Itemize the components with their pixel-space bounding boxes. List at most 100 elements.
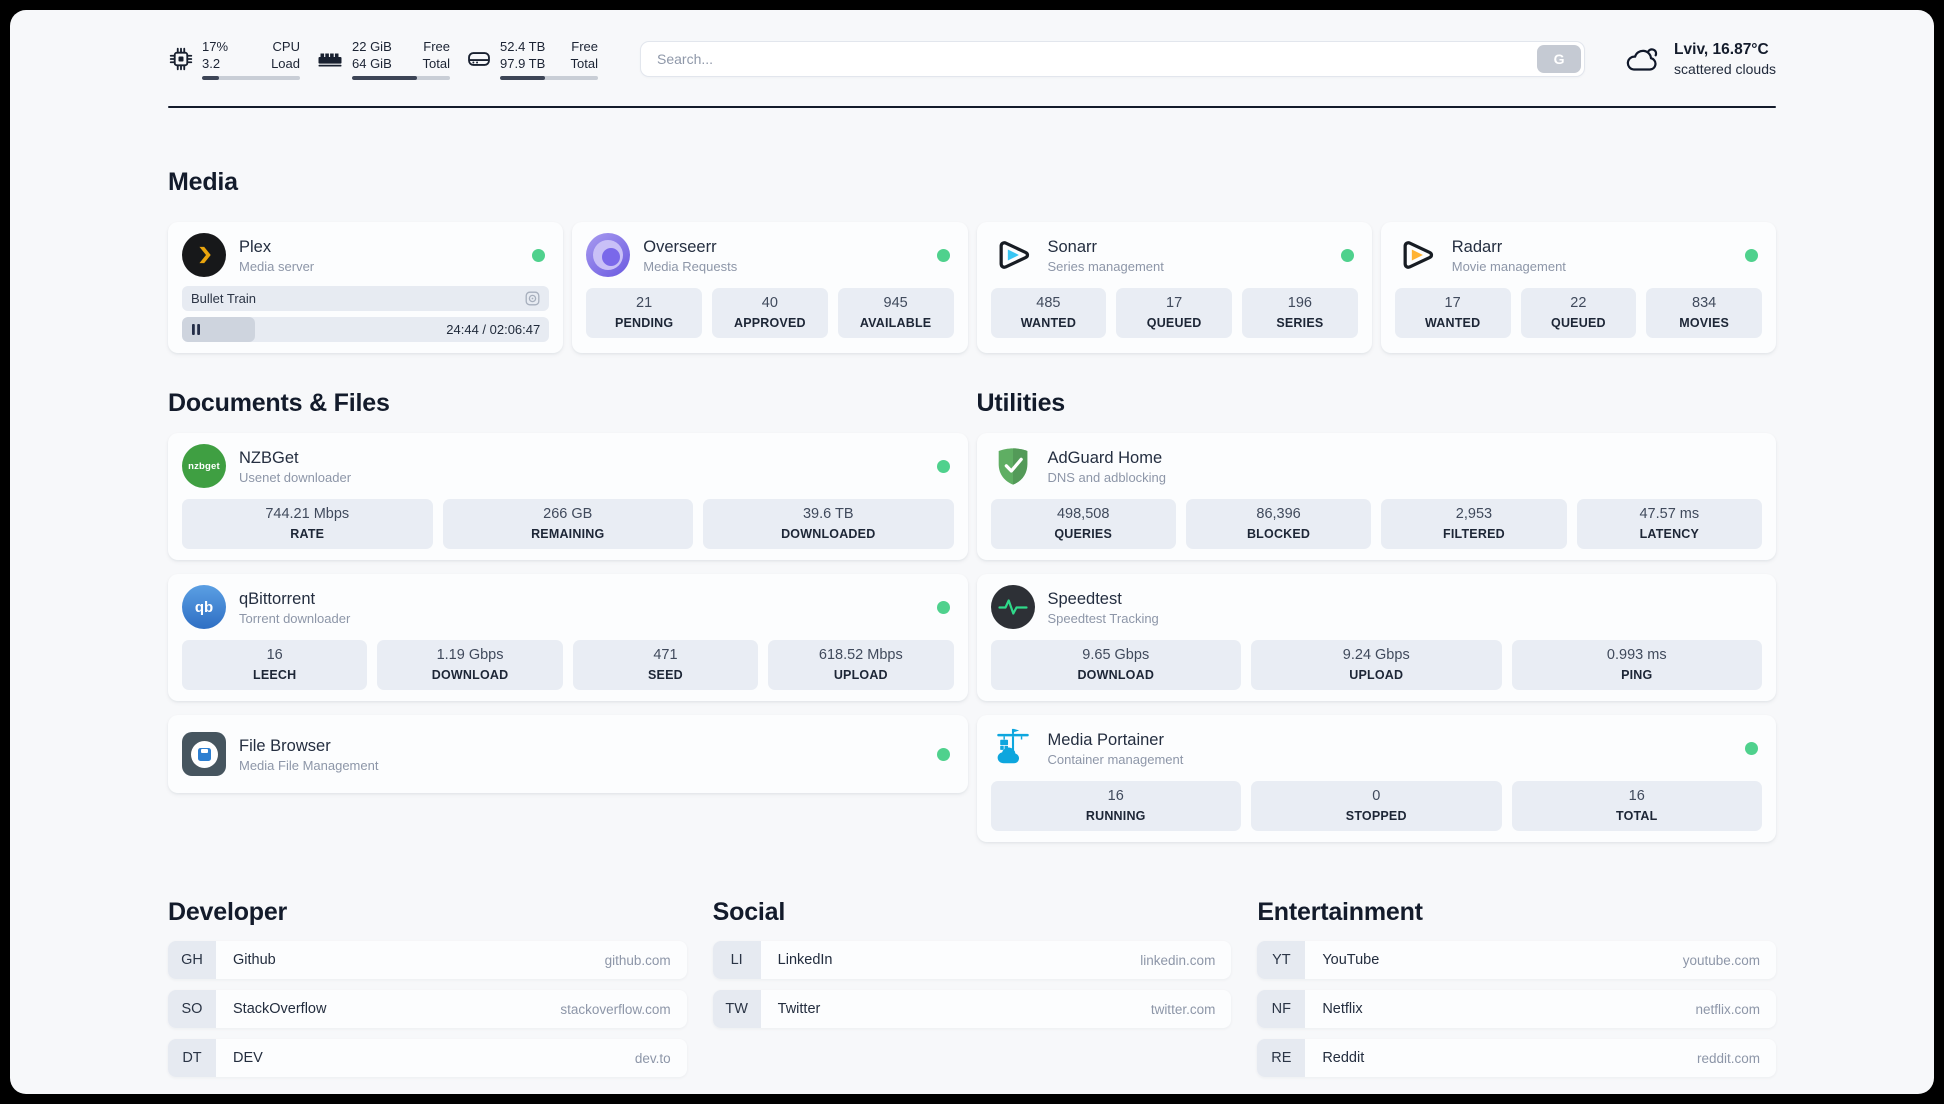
bookmark-stackoverflow[interactable]: SO StackOverflow stackoverflow.com — [168, 990, 687, 1028]
weather-widget: Lviv, 16.87°C scattered clouds — [1623, 41, 1776, 77]
disk-total-label: Total — [570, 56, 598, 71]
bookmark-abbr: GH — [168, 941, 216, 979]
bookmark-github[interactable]: GH Github github.com — [168, 941, 687, 979]
bookmark-name: LinkedIn — [777, 952, 833, 968]
app-name: qBittorrent — [239, 589, 316, 608]
adguard-shield-icon — [991, 444, 1035, 488]
stat-box: 17 WANTED — [1394, 288, 1511, 338]
radarr-card[interactable]: Radarr Movie management 17 WANTED 22 QUE… — [1380, 222, 1776, 353]
stat-label: DOWNLOADED — [781, 527, 876, 541]
utilities-cards: AdGuard Home DNS and adblocking 498,508 … — [976, 433, 1776, 842]
system-widgets: 17% CPU 3.2 Load 22 GiB Free 64 GiB Tota… — [168, 38, 598, 80]
stat-box: 196 SERIES — [1242, 288, 1358, 338]
bookmark-href: netflix.com — [1695, 1001, 1760, 1017]
stat-box: 1.19 Gbps DOWNLOAD — [377, 640, 563, 690]
stat-box: 21 PENDING — [586, 288, 702, 338]
bookmark-twitter[interactable]: TW Twitter twitter.com — [712, 990, 1232, 1028]
speedtest-card[interactable]: Speedtest Speedtest Tracking 9.65 Gbps D… — [976, 574, 1776, 701]
qbittorrent-titles: qBittorrent Torrent downloader — [239, 589, 350, 626]
search-engine-button[interactable]: G — [1537, 45, 1582, 73]
entertainment-list: YT YouTube youtube.com NF Netflix netfli… — [1257, 941, 1776, 1077]
stat-value: 471 — [653, 647, 678, 663]
bookmark-abbr: TW — [712, 990, 761, 1028]
filebrowser-card[interactable]: File Browser Media File Management — [168, 715, 968, 793]
section-documents: Documents & Files nzbget NZBGet Usenet d… — [168, 389, 968, 793]
cpu-load-value: 3.2 — [202, 56, 221, 71]
speedtest-pulse-icon — [990, 585, 1035, 629]
radarr-titles: Radarr Movie management — [1452, 237, 1566, 274]
app-description: Series management — [1047, 258, 1164, 274]
app-name: AdGuard Home — [1047, 448, 1163, 467]
stat-label: APPROVED — [733, 316, 806, 330]
disk-readout: 52.4 TB Free 97.9 TB Total — [500, 38, 598, 80]
qbittorrent-header: qb qBittorrent Torrent downloader — [182, 585, 954, 629]
stat-box: 16 RUNNING — [990, 781, 1241, 831]
overseerr-stats: 21 PENDING 40 APPROVED 945 AVAILABLE — [586, 288, 954, 338]
nzbget-card[interactable]: nzbget NZBGet Usenet downloader 744.21 M… — [168, 433, 968, 560]
filebrowser-header: File Browser Media File Management — [182, 732, 954, 776]
stat-label: FILTERED — [1443, 527, 1505, 541]
overseerr-card[interactable]: Overseerr Media Requests 21 PENDING 40 A… — [572, 222, 968, 353]
stat-value: 22 — [1570, 295, 1587, 311]
stat-box: 834 MOVIES — [1646, 288, 1762, 338]
qbittorrent-icon: qb — [182, 585, 226, 629]
bookmark-name: Twitter — [777, 1001, 821, 1017]
sonarr-titles: Sonarr Series management — [1048, 237, 1164, 274]
stat-label: DOWNLOAD — [431, 668, 509, 682]
stat-value: 945 — [883, 295, 908, 311]
stat-label: AVAILABLE — [859, 316, 932, 330]
bookmark-href: twitter.com — [1150, 1001, 1216, 1017]
pause-icon[interactable] — [191, 324, 201, 335]
media-cards: Plex Media server Bullet Train 24:44 / 0… — [168, 222, 1776, 353]
filebrowser-titles: File Browser Media File Management — [239, 736, 378, 773]
bookmark-reddit[interactable]: RE Reddit reddit.com — [1257, 1039, 1776, 1077]
weather-location: Lviv, 16.87°C — [1674, 41, 1769, 58]
radarr-stats: 17 WANTED 22 QUEUED 834 MOVIES — [1394, 288, 1762, 338]
stat-value: 16 — [1107, 788, 1124, 804]
plex-header: Plex Media server — [182, 233, 549, 277]
app-name: Sonarr — [1047, 237, 1098, 256]
search-input[interactable] — [640, 41, 1586, 77]
bookmark-linkedin[interactable]: LI LinkedIn linkedin.com — [712, 941, 1232, 979]
app-description: Container management — [1047, 751, 1184, 767]
qbittorrent-card[interactable]: qb qBittorrent Torrent downloader 16 LEE… — [168, 574, 968, 701]
portainer-card[interactable]: Media Portainer Container management 16 … — [976, 715, 1776, 842]
plex-now-playing-row: Bullet Train — [182, 286, 550, 311]
sonarr-icon — [991, 233, 1035, 277]
middle-sections: Documents & Files nzbget NZBGet Usenet d… — [168, 389, 1776, 842]
sonarr-status-dot — [1340, 248, 1354, 262]
cpu-progress-fill — [202, 76, 219, 80]
filebrowser-icon-circle — [190, 740, 218, 768]
stat-box: 39.6 TB DOWNLOADED — [703, 499, 954, 549]
bookmark-youtube[interactable]: YT YouTube youtube.com — [1257, 941, 1776, 979]
stat-box: 17 QUEUED — [1116, 288, 1232, 338]
bookmark-abbr: SO — [168, 990, 216, 1028]
stat-box: 744.21 Mbps RATE — [182, 499, 433, 549]
memory-total-label: Total — [422, 56, 450, 71]
stat-label: DOWNLOAD — [1077, 668, 1155, 682]
filebrowser-icon — [182, 732, 226, 776]
stat-value: 2,953 — [1455, 506, 1493, 522]
plex-icon — [182, 233, 226, 277]
stat-value: 39.6 TB — [802, 506, 854, 522]
stat-label: QUEUED — [1146, 316, 1202, 330]
portainer-status-dot — [1745, 741, 1758, 755]
plex-card[interactable]: Plex Media server Bullet Train 24:44 / 0… — [168, 222, 564, 353]
memory-widget: 22 GiB Free 64 GiB Total — [316, 38, 450, 80]
speedtest-titles: Speedtest Speedtest Tracking — [1048, 589, 1159, 626]
adguard-card[interactable]: AdGuard Home DNS and adblocking 498,508 … — [976, 433, 1776, 560]
session-icon[interactable] — [525, 291, 540, 306]
stat-value: 21 — [636, 295, 653, 311]
bookmark-netflix[interactable]: NF Netflix netflix.com — [1257, 990, 1776, 1028]
overseerr-status-dot — [936, 248, 950, 262]
stat-label: WANTED — [1424, 316, 1481, 330]
bookmark-abbr: LI — [712, 941, 761, 979]
app-name: Speedtest — [1047, 589, 1122, 608]
bookmark-abbr: RE — [1257, 1039, 1306, 1077]
bookmark-href: reddit.com — [1696, 1050, 1760, 1066]
weather-text: Lviv, 16.87°C scattered clouds — [1674, 41, 1776, 77]
bookmark-dev[interactable]: DT DEV dev.to — [168, 1039, 687, 1077]
sonarr-card[interactable]: Sonarr Series management 485 WANTED 17 Q… — [976, 222, 1372, 353]
stat-label: QUERIES — [1054, 527, 1113, 541]
nzbget-stats: 744.21 Mbps RATE 266 GB REMAINING 39.6 T… — [182, 499, 954, 549]
